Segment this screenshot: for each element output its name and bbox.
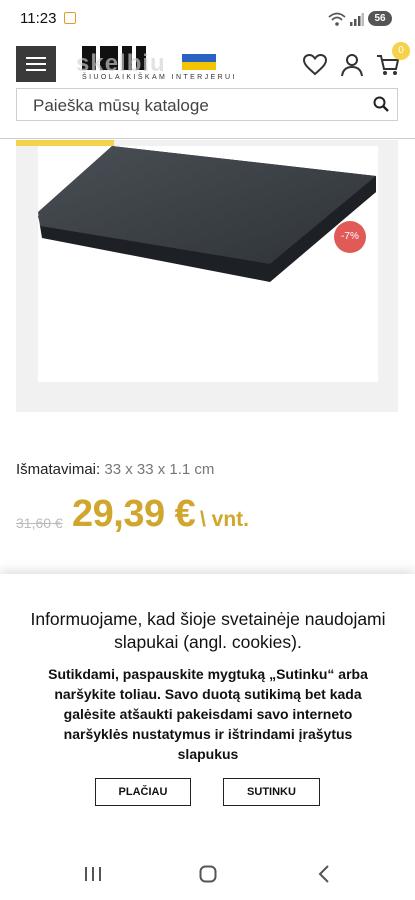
old-price: 31,60 € bbox=[16, 515, 63, 531]
status-bar: 11:23 56 bbox=[0, 0, 415, 38]
system-nav-bar bbox=[0, 845, 415, 900]
logo-tagline: ŠIUOLAIKIŠKAM INTERJERUI bbox=[82, 74, 237, 81]
product-image[interactable] bbox=[38, 146, 378, 382]
status-time: 11:23 bbox=[20, 10, 57, 27]
cart-count-badge: 0 bbox=[392, 42, 410, 60]
site-header: skelbiu ŠIUOLAIKIŠKAM INTERJERUI 0 Paieš… bbox=[0, 38, 415, 139]
back-icon[interactable] bbox=[318, 865, 330, 883]
menu-button[interactable] bbox=[16, 46, 56, 82]
home-icon[interactable] bbox=[199, 865, 217, 883]
tile-image bbox=[38, 146, 376, 282]
cookie-title: Informuojame, kad šioje svetainėje naudo… bbox=[30, 609, 386, 652]
signal-icon bbox=[350, 13, 364, 26]
discount-badge: -7% bbox=[334, 221, 366, 253]
current-price: 29,39 € bbox=[72, 493, 196, 535]
more-info-button[interactable]: PLAČIAU bbox=[95, 778, 191, 806]
cookie-body: Sutikdami, paspauskite mygtuką „Sutinku“… bbox=[48, 666, 368, 762]
wifi-icon bbox=[328, 12, 346, 26]
ukraine-flag-icon bbox=[182, 54, 216, 70]
price-unit: \ vnt. bbox=[200, 508, 250, 531]
site-logo[interactable]: skelbiu ŠIUOLAIKIŠKAM INTERJERUI bbox=[76, 46, 257, 84]
heart-icon[interactable] bbox=[302, 52, 328, 78]
agree-button[interactable]: SUTINKU bbox=[223, 778, 320, 806]
user-icon[interactable] bbox=[339, 52, 365, 78]
battery-icon: 56 bbox=[368, 11, 392, 26]
dimensions-value: 33 x 33 x 1.1 cm bbox=[104, 461, 215, 478]
search-placeholder: Paieška mūsų kataloge bbox=[33, 96, 209, 115]
product-dimensions: Išmatavimai: 33 x 33 x 1.1 cm bbox=[16, 461, 214, 478]
dimensions-label: Išmatavimai: bbox=[16, 461, 101, 478]
recents-icon[interactable] bbox=[84, 866, 102, 882]
search-input[interactable]: Paieška mūsų kataloge bbox=[16, 88, 398, 121]
notification-icon bbox=[64, 12, 76, 24]
search-icon[interactable] bbox=[373, 96, 389, 112]
